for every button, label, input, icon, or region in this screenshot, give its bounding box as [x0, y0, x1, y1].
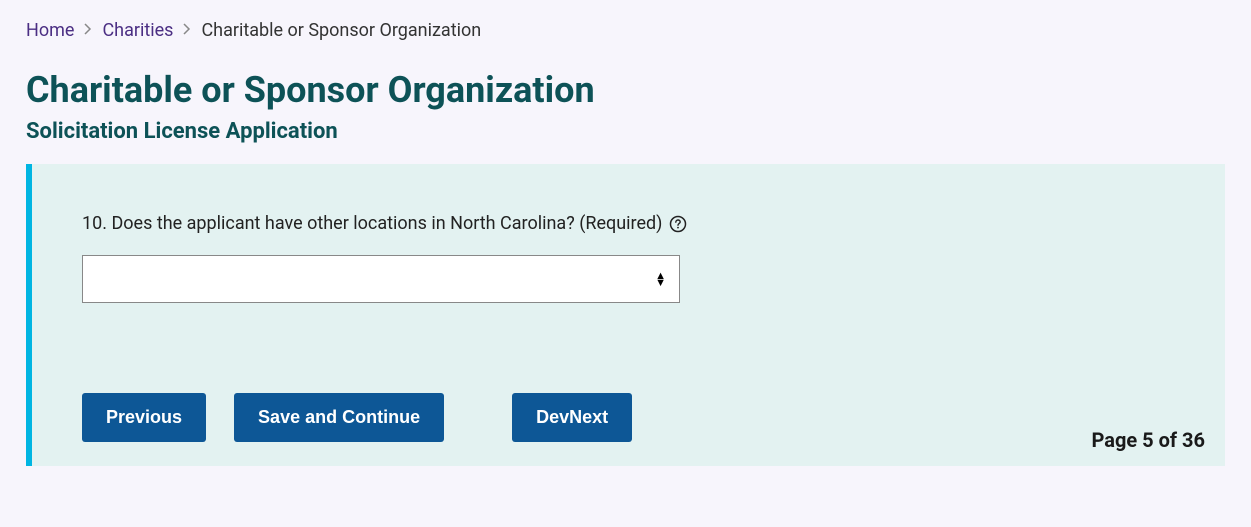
chevron-right-icon	[183, 23, 191, 39]
breadcrumb-home[interactable]: Home	[26, 20, 74, 41]
help-icon[interactable]	[669, 215, 687, 233]
page-indicator: Page 5 of 36	[1092, 428, 1206, 452]
chevron-right-icon	[84, 23, 92, 39]
breadcrumb: Home Charities Charitable or Sponsor Org…	[26, 20, 1225, 41]
save-continue-button[interactable]: Save and Continue	[234, 393, 444, 442]
select-wrapper: ▲▼	[82, 255, 680, 303]
question-label: 10. Does the applicant have other locati…	[82, 210, 1175, 237]
previous-button[interactable]: Previous	[82, 393, 206, 442]
page-subtitle: Solicitation License Application	[26, 119, 1225, 144]
button-row: Previous Save and Continue DevNext	[82, 393, 1175, 442]
locations-select[interactable]	[82, 255, 680, 303]
breadcrumb-charities[interactable]: Charities	[102, 20, 173, 41]
form-panel: 10. Does the applicant have other locati…	[26, 164, 1225, 466]
question-text: 10. Does the applicant have other locati…	[82, 213, 662, 234]
devnext-button[interactable]: DevNext	[512, 393, 632, 442]
breadcrumb-current: Charitable or Sponsor Organization	[201, 20, 481, 41]
page-title: Charitable or Sponsor Organization	[26, 69, 1225, 111]
